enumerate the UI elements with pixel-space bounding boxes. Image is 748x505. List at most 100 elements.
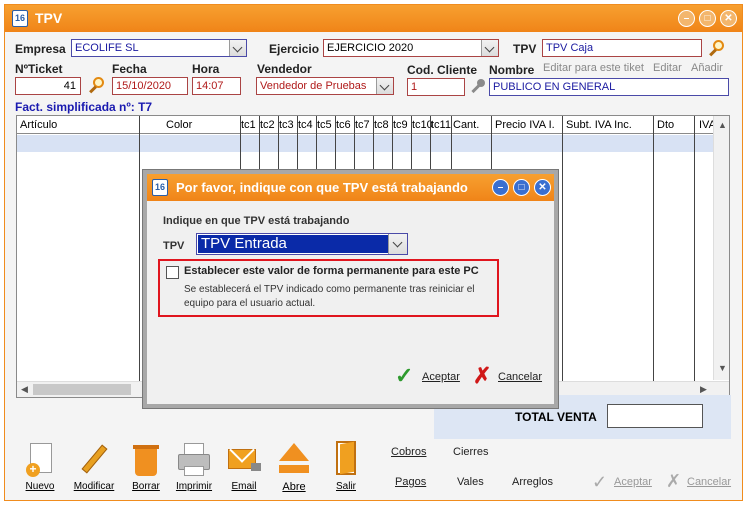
aceptar-button[interactable]: Aceptar [614,476,652,488]
col-header[interactable]: Precio IVA I. [495,119,555,131]
fecha-field[interactable]: 15/10/2020 [112,77,188,95]
chevron-down-icon[interactable] [388,234,407,254]
col-header[interactable]: Artículo [20,119,57,131]
col-header[interactable]: Cant. [453,119,479,131]
scroll-left-icon[interactable]: ◀ [21,384,28,395]
check-icon: ✓ [395,363,414,388]
col-header[interactable]: Color [166,119,192,131]
close-icon[interactable]: ✕ [720,10,737,27]
col-header[interactable]: tc11 [431,119,451,131]
door-exit-icon [331,441,361,477]
vendedor-combo[interactable]: Vendedor de Pruebas [256,77,394,95]
cancel-x-icon: ✗ [473,363,492,388]
borrar-button[interactable]: Borrar [121,441,171,492]
cierres-link[interactable]: Cierres [453,446,488,458]
dialog-tpv-value: TPV Entrada [198,235,388,253]
vendedor-label: Vendedor [257,62,312,76]
modificar-label: Modificar [73,481,115,492]
tpv-field[interactable]: TPV Caja [542,39,702,57]
printer-icon [177,441,211,477]
dialog-instruction: Indique en que TPV está trabajando [163,215,350,227]
col-header[interactable]: Subt. IVA Inc. [566,119,632,131]
hora-label: Hora [192,62,220,76]
total-label: TOTAL VENTA [515,410,597,424]
close-icon[interactable]: ✕ [534,179,551,196]
maximize-icon[interactable]: □ [513,179,530,196]
select-tpv-dialog: 16 Por favor, indique con que TPV está t… [143,170,558,408]
editar-tiket-link[interactable]: Editar para este tiket [543,62,644,74]
salir-button[interactable]: Salir [321,441,371,492]
scroll-up-icon[interactable]: ▲ [718,120,727,130]
email-button[interactable]: Email [219,437,269,492]
imprimir-label: Imprimir [175,481,213,492]
cancelar-button[interactable]: Cancelar [687,476,731,488]
cobros-link[interactable]: Cobros [391,446,426,458]
nuevo-button[interactable]: + Nuevo [15,441,65,492]
window-title: TPV [35,10,63,26]
col-header[interactable]: Dto [657,119,674,131]
col-header[interactable]: tc8 [374,119,389,131]
app-icon: 16 [152,179,168,196]
scroll-right-icon[interactable]: ▶ [700,384,707,395]
col-header[interactable]: tc4 [298,119,313,131]
nuevo-label: Nuevo [25,481,55,492]
col-header[interactable]: tc5 [317,119,332,131]
modificar-button[interactable]: Modificar [69,441,119,492]
ejercicio-label: Ejercicio [269,42,320,56]
email-label: Email [231,481,257,492]
dialog-cancel-button[interactable]: Cancelar [498,371,542,383]
col-header[interactable]: tc1 [241,119,256,131]
col-header[interactable]: tc3 [279,119,294,131]
col-header[interactable]: tc6 [336,119,351,131]
dialog-ok-button[interactable]: Aceptar [422,371,460,383]
abre-label: Abre [282,481,306,493]
nombre-label: Nombre [489,63,535,77]
nticket-label: NºTicket [15,62,63,76]
anadir-link[interactable]: Añadir [691,62,723,74]
abre-button[interactable]: Abre [269,441,319,493]
trash-icon [131,441,161,477]
table-row[interactable] [17,135,714,152]
dialog-title: Por favor, indique con que TPV está trab… [176,180,468,195]
empresa-combo[interactable]: ECOLIFE SL [71,39,247,57]
borrar-label: Borrar [132,481,160,492]
vendedor-value: Vendedor de Pruebas [260,80,367,92]
scroll-down-icon[interactable]: ▼ [718,363,727,373]
ejercicio-combo[interactable]: EJERCICIO 2020 [323,39,499,57]
vales-link[interactable]: Vales [457,476,484,488]
chevron-down-icon[interactable] [481,40,498,56]
hora-field[interactable]: 14:07 [192,77,241,95]
pencil-icon [79,441,109,477]
chevron-down-icon[interactable] [229,40,246,56]
minimize-icon[interactable]: – [492,179,509,196]
title-bar[interactable]: 16 TPV – □ ✕ [5,5,742,32]
vertical-scrollbar[interactable]: ▲ ▼ [713,116,729,380]
key-icon[interactable] [470,78,486,94]
scroll-thumb[interactable] [33,384,131,395]
permanent-option-box: Establecer este valor de forma permanent… [158,259,499,317]
search-icon[interactable] [707,39,725,57]
tpv-label: TPV [513,42,537,56]
arreglos-link[interactable]: Arreglos [512,476,553,488]
dialog-tpv-select[interactable]: TPV Entrada [196,233,408,255]
col-header[interactable]: tc7 [355,119,370,131]
chevron-down-icon[interactable] [376,78,393,94]
col-header[interactable]: tc9 [393,119,408,131]
eject-icon [277,441,311,477]
permanent-checkbox[interactable] [166,266,179,279]
nticket-field[interactable]: 41 [15,77,81,95]
col-header[interactable]: tc2 [260,119,275,131]
editar-link[interactable]: Editar [653,62,682,74]
minimize-icon[interactable]: – [678,10,695,27]
app-icon: 16 [12,10,28,27]
imprimir-button[interactable]: Imprimir [169,441,219,492]
codcliente-field[interactable]: 1 [407,78,465,96]
pagos-link[interactable]: Pagos [395,476,426,488]
dialog-title-bar[interactable]: 16 Por favor, indique con que TPV está t… [147,174,554,201]
permanent-label[interactable]: Establecer este valor de forma permanent… [184,265,479,277]
email-icon [227,437,261,477]
maximize-icon[interactable]: □ [699,10,716,27]
fact-simplificada: Fact. simplificada nº: T7 [15,100,153,114]
search-icon[interactable] [87,76,105,94]
nombre-field[interactable]: PUBLICO EN GENERAL [489,78,729,96]
